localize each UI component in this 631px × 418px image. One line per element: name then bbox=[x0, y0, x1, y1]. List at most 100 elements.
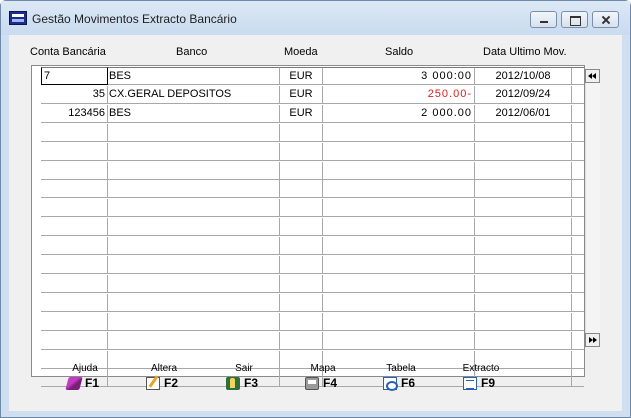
table-row[interactable]: 7 BES EUR 3 000:00 2012/10/08 bbox=[32, 67, 584, 85]
cell-data[interactable] bbox=[475, 124, 572, 142]
cell-conta[interactable]: 35 bbox=[41, 86, 108, 104]
cell-moeda[interactable] bbox=[280, 237, 323, 255]
cell-moeda[interactable] bbox=[280, 199, 323, 217]
cell-banco[interactable] bbox=[108, 275, 280, 293]
cell-conta[interactable] bbox=[41, 332, 108, 350]
table-row[interactable]: 35 CX.GERAL DEPOSITOS EUR 250.00- 2012/09/24 bbox=[32, 86, 584, 104]
cell-moeda[interactable] bbox=[280, 124, 323, 142]
table-row-empty[interactable] bbox=[32, 256, 584, 274]
cell-banco[interactable] bbox=[108, 294, 280, 312]
cell-conta[interactable] bbox=[41, 143, 108, 161]
cell-saldo[interactable] bbox=[323, 256, 475, 274]
cell-banco[interactable] bbox=[108, 162, 280, 180]
cell-banco[interactable] bbox=[108, 180, 280, 198]
cell-moeda[interactable] bbox=[280, 180, 323, 198]
table-row[interactable]: 123456 BES EUR 2 000.00 2012/06/01 bbox=[32, 105, 584, 123]
cell-moeda[interactable]: EUR bbox=[280, 86, 323, 104]
cell-saldo[interactable] bbox=[323, 275, 475, 293]
cell-saldo[interactable]: 3 000:00 bbox=[323, 67, 475, 85]
cell-data[interactable] bbox=[475, 218, 572, 236]
cell-saldo[interactable] bbox=[323, 294, 475, 312]
cell-banco[interactable] bbox=[108, 143, 280, 161]
scroll-track[interactable] bbox=[585, 83, 600, 333]
cell-banco[interactable] bbox=[108, 124, 280, 142]
cell-conta[interactable] bbox=[41, 218, 108, 236]
cell-saldo[interactable] bbox=[323, 332, 475, 350]
fkey-ajuda-button[interactable]: Ajuda F1 bbox=[55, 363, 115, 393]
cell-banco[interactable]: BES bbox=[108, 105, 280, 123]
table-row-empty[interactable] bbox=[32, 218, 584, 236]
cell-conta[interactable]: 7 bbox=[41, 67, 108, 85]
cell-data[interactable]: 2012/10/08 bbox=[475, 67, 572, 85]
cell-saldo[interactable]: 2 000.00 bbox=[323, 105, 475, 123]
fkey-mapa-button[interactable]: Mapa F4 bbox=[293, 363, 353, 393]
cell-moeda[interactable] bbox=[280, 218, 323, 236]
cell-conta[interactable] bbox=[41, 237, 108, 255]
cell-moeda[interactable] bbox=[280, 256, 323, 274]
cell-conta[interactable] bbox=[41, 199, 108, 217]
cell-saldo[interactable] bbox=[323, 199, 475, 217]
table-row-empty[interactable] bbox=[32, 237, 584, 255]
scroll-first-button[interactable] bbox=[585, 69, 600, 83]
cell-saldo[interactable] bbox=[323, 180, 475, 198]
cell-moeda[interactable] bbox=[280, 294, 323, 312]
cell-conta[interactable] bbox=[41, 256, 108, 274]
cell-data[interactable]: 2012/09/24 bbox=[475, 86, 572, 104]
cell-banco[interactable] bbox=[108, 332, 280, 350]
cell-data[interactable]: 2012/06/01 bbox=[475, 105, 572, 123]
cell-conta[interactable] bbox=[41, 124, 108, 142]
cell-banco[interactable] bbox=[108, 237, 280, 255]
cell-saldo[interactable] bbox=[323, 162, 475, 180]
cell-moeda[interactable] bbox=[280, 313, 323, 331]
title-bar[interactable]: Gestão Movimentos Extracto Bancário bbox=[1, 1, 630, 35]
fkey-sair-button[interactable]: Sair F3 bbox=[214, 363, 274, 393]
cell-data[interactable] bbox=[475, 332, 572, 350]
table-row-empty[interactable] bbox=[32, 313, 584, 331]
cell-banco[interactable] bbox=[108, 313, 280, 331]
cell-moeda[interactable] bbox=[280, 143, 323, 161]
cell-saldo[interactable]: 250.00- bbox=[323, 86, 475, 104]
maximize-button[interactable] bbox=[561, 11, 588, 28]
cell-saldo[interactable] bbox=[323, 124, 475, 142]
table-row-empty[interactable] bbox=[32, 275, 584, 293]
cell-saldo[interactable] bbox=[323, 143, 475, 161]
cell-conta[interactable] bbox=[41, 162, 108, 180]
cell-banco[interactable] bbox=[108, 199, 280, 217]
table-row-empty[interactable] bbox=[32, 143, 584, 161]
minimize-button[interactable] bbox=[530, 11, 557, 28]
table-row-empty[interactable] bbox=[32, 294, 584, 312]
cell-data[interactable] bbox=[475, 313, 572, 331]
cell-saldo[interactable] bbox=[323, 218, 475, 236]
cell-saldo[interactable] bbox=[323, 237, 475, 255]
cell-moeda[interactable]: EUR bbox=[280, 67, 323, 85]
cell-moeda[interactable] bbox=[280, 162, 323, 180]
cell-moeda[interactable]: EUR bbox=[280, 105, 323, 123]
fkey-altera-button[interactable]: Altera F2 bbox=[134, 363, 194, 393]
cell-banco[interactable] bbox=[108, 256, 280, 274]
cell-data[interactable] bbox=[475, 199, 572, 217]
cell-banco[interactable]: BES bbox=[108, 67, 280, 85]
cell-conta[interactable]: 123456 bbox=[41, 105, 108, 123]
fkey-tabela-button[interactable]: Tabela F6 bbox=[371, 363, 431, 393]
table-row-empty[interactable] bbox=[32, 162, 584, 180]
close-button[interactable] bbox=[592, 11, 619, 28]
cell-banco[interactable]: CX.GERAL DEPOSITOS bbox=[108, 86, 280, 104]
cell-moeda[interactable] bbox=[280, 332, 323, 350]
cell-conta[interactable] bbox=[41, 294, 108, 312]
cell-moeda[interactable] bbox=[280, 275, 323, 293]
table-row-empty[interactable] bbox=[32, 199, 584, 217]
cell-conta[interactable] bbox=[41, 180, 108, 198]
cell-data[interactable] bbox=[475, 180, 572, 198]
cell-conta[interactable] bbox=[41, 275, 108, 293]
cell-data[interactable] bbox=[475, 256, 572, 274]
cell-data[interactable] bbox=[475, 237, 572, 255]
table-row-empty[interactable] bbox=[32, 332, 584, 350]
cell-data[interactable] bbox=[475, 294, 572, 312]
table-row-empty[interactable] bbox=[32, 124, 584, 142]
cell-banco[interactable] bbox=[108, 218, 280, 236]
cell-saldo[interactable] bbox=[323, 313, 475, 331]
fkey-extracto-button[interactable]: Extracto F9 bbox=[451, 363, 511, 393]
cell-data[interactable] bbox=[475, 275, 572, 293]
table-row-empty[interactable] bbox=[32, 180, 584, 198]
scroll-last-button[interactable] bbox=[585, 333, 600, 347]
